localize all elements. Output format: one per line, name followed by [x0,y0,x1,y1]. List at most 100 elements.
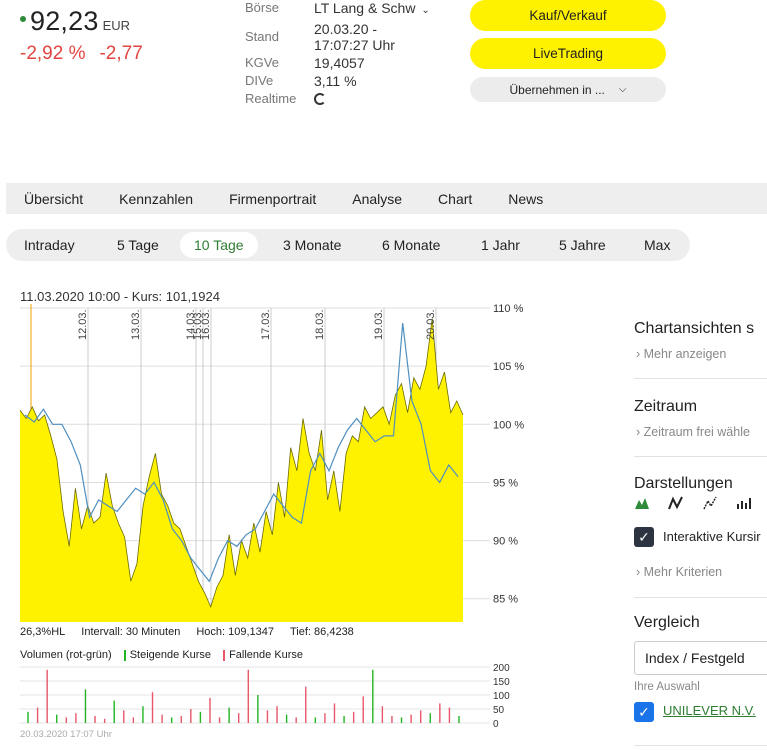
y-tick-label: 105 % [493,361,524,373]
exchange-label: Börse [245,0,279,15]
volume-tick-label: 200 [493,663,510,674]
views-title: Chartansichten s [634,320,755,337]
chevron-down-icon: ⌄ [421,5,430,16]
date-label: Stand [245,29,279,44]
date-value: 20.03.20 - 17:07:27 Uhr [314,21,395,53]
take-over-label: Übernehmen in ... [509,82,605,97]
interactive-checkbox[interactable]: ✓ [634,527,654,547]
date-value-line2: 17:07:27 Uhr [314,37,395,53]
range-intraday[interactable]: Intraday [10,232,89,258]
x-tick-label: 19.03. [373,309,385,340]
last-price: 92,23 [30,6,99,36]
buy-sell-label: Kauf/Verkauf [529,8,607,23]
buy-sell-button[interactable]: Kauf/Verkauf [470,0,666,31]
quote-block: 92,23 EUR -2,92 % -2,77 [20,6,143,65]
range-5-days[interactable]: 5 Tage [103,232,173,258]
candle-chart-icon[interactable] [736,496,752,510]
price-area [20,318,463,622]
y-tick-label: 100 % [493,419,524,431]
chart-stats: 26,3%HL Intervall: 30 Minuten Hoch: 109,… [20,626,370,638]
tab-analysis[interactable]: Analyse [352,191,402,207]
display-title: Darstellungen [634,475,733,492]
realtime-label: Realtime [245,91,297,106]
more-criteria-link[interactable]: › Mehr Kriterien [636,565,722,579]
volume-tick-label: 0 [493,719,499,730]
compare-title: Vergleich [634,614,700,631]
refresh-icon [314,93,326,105]
change-percent: -2,92 % [20,43,86,64]
tab-news[interactable]: News [508,191,543,207]
range-6-months[interactable]: 6 Monate [368,232,454,258]
stat-range: 26,3%HL [20,626,66,638]
range-3-months[interactable]: 3 Monate [269,232,355,258]
stat-low: Tief: 86,4238 [290,626,354,638]
y-tick-label: 90 % [493,536,518,548]
dive-value: 3,11 % [314,73,357,89]
period-free-label: Zeitraum frei wähle [643,425,750,439]
tab-company-portrait[interactable]: Firmenportrait [229,191,316,207]
x-tick-label: 12.03. [77,309,89,340]
compare-select[interactable]: Index / Festgeld [634,641,767,675]
volume-tick-label: 150 [493,677,510,688]
kgve-value: 19,4057 [314,55,365,71]
change-absolute: -2,77 [99,43,143,64]
live-indicator-icon [20,16,26,22]
divider [634,745,767,746]
period-free-link[interactable]: › Zeitraum frei wähle [636,425,750,439]
x-tick-label: 17.03. [260,309,272,340]
y-tick-label: 85 % [493,594,518,606]
y-tick-label: 110 % [493,303,524,315]
volume-label: Volumen (rot-grün) [20,649,112,661]
x-tick-label: 16.03. [200,309,212,340]
tab-key-figures[interactable]: Kennzahlen [119,191,193,207]
main-tabs: Übersicht Kennzahlen Firmenportrait Anal… [6,183,767,214]
display-type-icons [634,496,767,510]
more-criteria-label: Mehr Kriterien [643,565,723,579]
exchange-select[interactable]: LT Lang & Schw ⌄ [314,0,430,19]
take-over-button[interactable]: Übernehmen in ... ⌵ [470,77,666,102]
dive-label: DIVe [245,73,274,88]
range-max[interactable]: Max [630,232,684,258]
unilever-link[interactable]: UNILEVER N.V. [663,703,756,718]
range-1-year[interactable]: 1 Jahr [467,232,534,258]
divider [634,378,767,379]
chevron-down-icon: ⌵ [618,84,627,95]
falling-swatch [223,649,226,661]
more-show-label: Mehr anzeigen [643,347,727,361]
your-choice-label: Ihre Auswahl [634,681,700,693]
period-title: Zeitraum [634,398,698,415]
divider [634,597,767,598]
x-tick-label: 20.03. [425,309,437,340]
rising-label: Steigende Kurse [129,649,212,661]
interactive-label: Interaktive Kursir [663,529,761,544]
more-show-link[interactable]: › Mehr anzeigen [636,347,726,361]
live-trading-button[interactable]: LiveTrading [470,38,666,69]
line-chart-icon[interactable] [668,496,684,510]
date-value-line1: 20.03.20 - [314,21,378,37]
volume-timestamp: 20.03.2020 17:07 Uhr [20,729,112,740]
range-tabs: Intraday 5 Tage 10 Tage 3 Monate 6 Monat… [6,229,690,261]
falling-label: Fallende Kurse [229,649,304,661]
kgve-label: KGVe [245,55,279,70]
volume-tick-label: 100 [493,691,510,702]
range-10-days[interactable]: 10 Tage [180,232,258,258]
price-chart[interactable]: 12.03. 13.03. 14.03.15.03.16.03. 17.03. 18.0… [0,300,540,750]
range-5-years[interactable]: 5 Jahre [545,232,620,258]
y-tick-label: 95 % [493,477,518,489]
tab-chart[interactable]: Chart [438,191,472,207]
tab-overview[interactable]: Übersicht [24,191,83,207]
mountain-chart-icon[interactable] [634,496,650,510]
unilever-checkbox[interactable]: ✓ [634,702,654,722]
exchange-value: LT Lang & Schw [314,0,416,16]
price-change: -2,92 % -2,77 [20,43,143,65]
divider [634,456,767,457]
live-trading-label: LiveTrading [532,46,604,61]
volume-tick-label: 50 [493,705,505,716]
x-tick-label: 13.03. [130,309,142,340]
stat-high: Hoch: 109,1347 [196,626,274,638]
price-row: 92,23 EUR [20,6,143,37]
stat-interval: Intervall: 30 Minuten [81,626,181,638]
ohlc-chart-icon[interactable] [702,496,718,510]
key-info: Börse LT Lang & Schw ⌄ Stand 20.03.20 - … [245,0,430,108]
refresh-button[interactable] [314,91,326,108]
